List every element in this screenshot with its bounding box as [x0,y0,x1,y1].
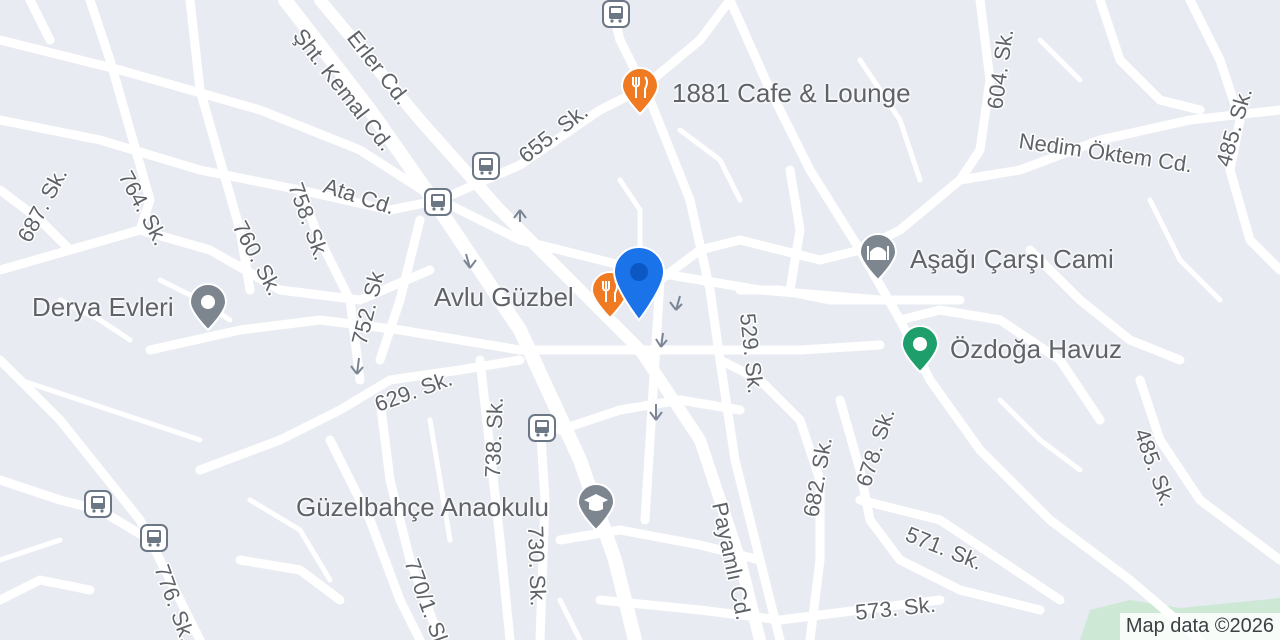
bus-stop-icon[interactable] [140,524,168,552]
poi-label-cafe[interactable]: 1881 Cafe & Lounge [672,78,911,109]
street-label-760: 760. Sk. [228,217,288,300]
street-label-ata: Ata Cd. [320,173,398,219]
street-label-678: 678. Sk. [851,405,900,489]
school-icon[interactable] [576,482,616,532]
street-label-573: 573. Sk. [854,592,937,625]
street-label-529: 529. Sk. [735,312,768,395]
bus-stop-icon[interactable] [472,152,500,180]
poi-label-mosque[interactable]: Aşağı Çarşı Cami [910,244,1114,275]
place-icon[interactable] [188,282,228,332]
map-view[interactable]: Erler Cd. Şht. Kemal Cd. Ata Cd. 655. Sk… [0,0,1280,640]
street-label-770: 770/1. Sk [399,555,455,640]
street-label-776: 776. Sk. [149,561,200,640]
location-pin-icon[interactable] [610,244,668,324]
street-label-730: 730. Sk. [523,525,551,607]
mosque-icon[interactable] [858,232,898,282]
bus-stop-icon[interactable] [424,188,452,216]
bus-stop-icon[interactable] [602,0,630,28]
poi-label-derya[interactable]: Derya Evleri [32,292,174,323]
street-label-682: 682. Sk. [798,435,837,519]
poi-label-havuz[interactable]: Özdoğa Havuz [950,334,1122,365]
street-label-485-north: 485. Sk. [1211,85,1257,169]
bus-stop-icon[interactable] [84,490,112,518]
poi-label-avlu[interactable]: Avlu Güzbel [434,282,574,313]
restaurant-icon[interactable] [620,66,660,116]
bus-stop-icon[interactable] [528,414,556,442]
poi-label-anaokulu[interactable]: Güzelbahçe Anaokulu [296,492,549,523]
street-label-485-south: 485. Sk. [1129,425,1180,509]
map-attribution: Map data ©2026 [1119,613,1280,640]
street-label-655: 655. Sk. [514,99,593,168]
park-icon[interactable] [900,324,940,374]
street-label-738: 738. Sk. [480,397,508,479]
